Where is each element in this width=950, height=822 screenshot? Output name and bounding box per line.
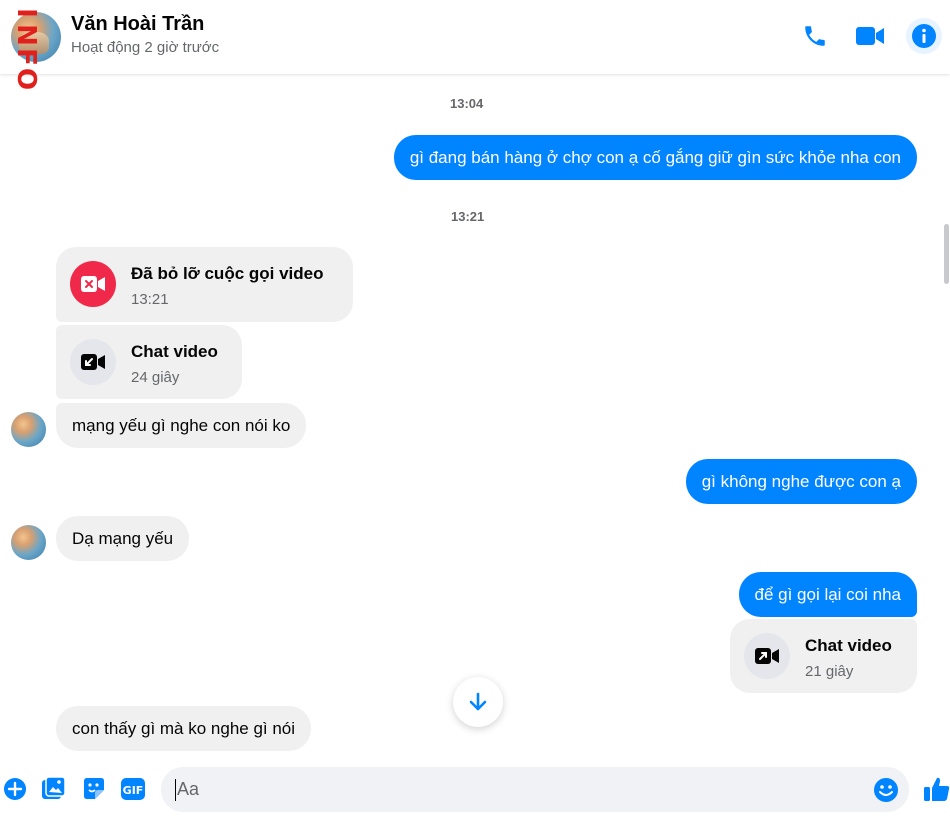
voice-call-button[interactable] — [797, 18, 833, 54]
arrow-down-icon — [469, 692, 487, 711]
call-title: Đã bỏ lỡ cuộc gọi video — [131, 264, 324, 283]
video-call-button[interactable] — [852, 18, 888, 54]
call-title: Chat video — [131, 342, 218, 361]
image-icon — [42, 776, 66, 799]
video-chat-icon — [744, 633, 790, 679]
phone-icon — [805, 26, 825, 46]
message-incoming[interactable]: mạng yếu gì nghe con nói ko — [56, 403, 307, 448]
message-outgoing[interactable]: gì đang bán hàng ở chợ con ạ cố gắng giữ… — [393, 135, 917, 180]
message-incoming[interactable]: Dạ mạng yếu — [56, 516, 190, 561]
contact-avatar-small[interactable] — [11, 412, 46, 447]
call-time: 13:21 — [131, 291, 169, 308]
conversation-header: INFO Văn Hoài Trần Hoạt động 2 giờ trước — [0, 0, 950, 90]
more-actions-button[interactable] — [2, 776, 28, 802]
scrollbar[interactable] — [944, 74, 950, 751]
message-list[interactable]: 13:04 gì đang bán hàng ở chợ con ạ cố gắ… — [0, 74, 944, 751]
sticker-icon — [84, 778, 104, 799]
gif-label: GIF — [123, 784, 144, 797]
watermark: INFO — [11, 8, 41, 91]
video-chat-card[interactable]: Chat video 21 giây — [730, 619, 917, 693]
attach-image-button[interactable] — [41, 776, 67, 802]
like-icon — [924, 777, 950, 801]
plus-icon — [4, 778, 26, 800]
contact-name[interactable]: Văn Hoài Trần — [71, 13, 204, 36]
conversation-info-button[interactable] — [906, 18, 942, 54]
video-camera-icon — [856, 27, 884, 45]
message-outgoing[interactable]: để gì gọi lại coi nha — [738, 572, 917, 617]
call-duration: 24 giây — [131, 369, 180, 386]
message-input-wrapper — [161, 767, 909, 812]
message-outgoing[interactable]: gì không nghe được con ạ — [685, 459, 917, 504]
emoji-icon[interactable] — [873, 777, 899, 803]
message-input[interactable] — [177, 767, 867, 812]
like-button[interactable] — [923, 774, 950, 804]
missed-video-call-icon — [70, 261, 116, 307]
info-icon — [912, 24, 936, 48]
sticker-button[interactable] — [81, 776, 107, 802]
call-title: Chat video — [805, 636, 892, 655]
contact-avatar-small[interactable] — [11, 525, 46, 560]
message-incoming[interactable]: con thấy gì mà ko nghe gì nói — [56, 706, 312, 751]
timestamp: 13:21 — [451, 209, 485, 224]
scroll-to-bottom-button[interactable] — [453, 677, 503, 727]
gif-icon: GIF — [121, 778, 145, 800]
missed-video-call-card[interactable]: Đã bỏ lỡ cuộc gọi video 13:21 — [56, 247, 353, 322]
video-chat-card[interactable]: Chat video 24 giây — [56, 325, 242, 399]
scrollbar-thumb[interactable] — [944, 224, 949, 284]
gif-button[interactable]: GIF — [120, 776, 146, 802]
text-caret — [175, 779, 176, 801]
timestamp: 13:04 — [450, 96, 484, 111]
call-duration: 21 giây — [805, 663, 854, 680]
video-chat-icon — [70, 339, 116, 385]
contact-status: Hoạt động 2 giờ trước — [71, 39, 220, 56]
